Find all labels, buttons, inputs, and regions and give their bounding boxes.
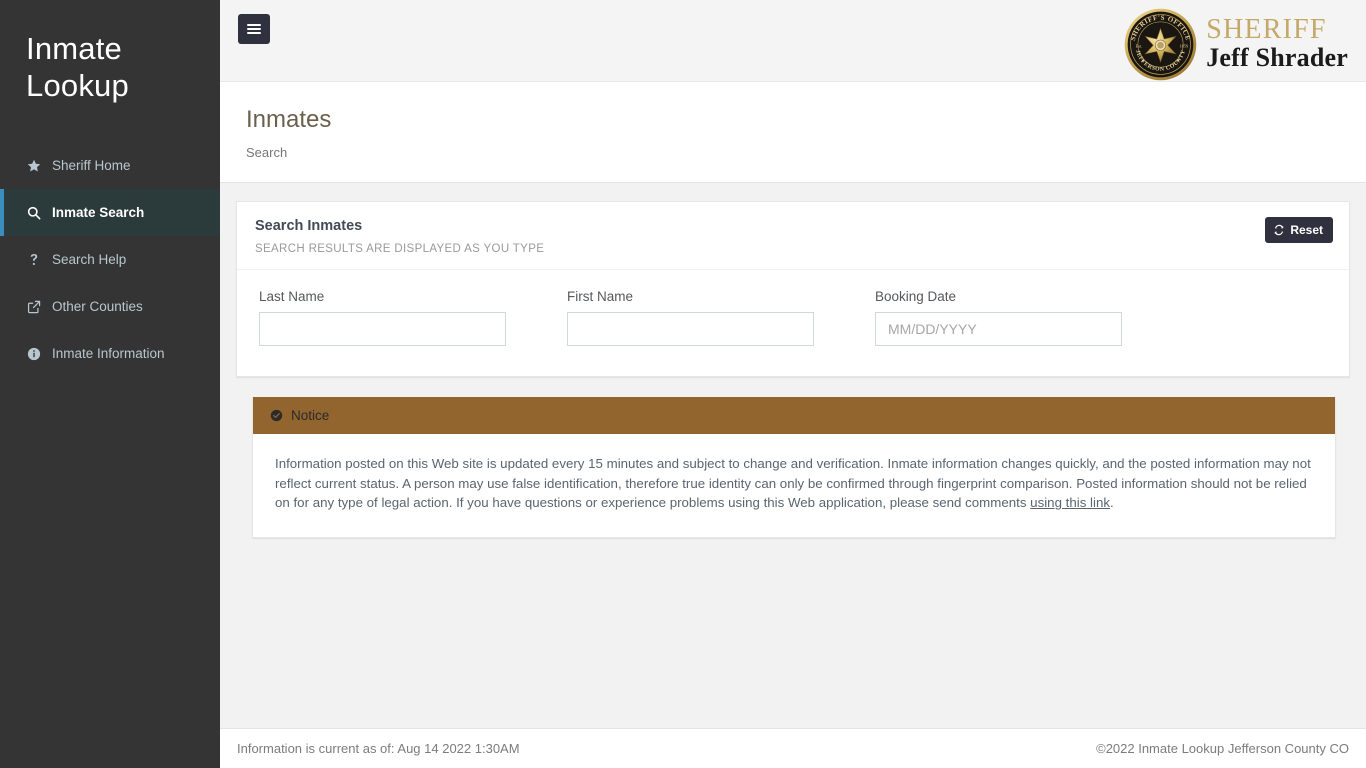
booking-date-label: Booking Date: [875, 289, 957, 305]
notice-text-main: Information posted on this Web site is u…: [275, 456, 1311, 511]
sheriff-logo-text: SHERIFF Jeff Shrader: [1206, 16, 1348, 73]
notice-text-tail: .: [1110, 495, 1114, 511]
breadcrumb: Search: [246, 145, 288, 161]
sheriff-word: SHERIFF: [1206, 14, 1327, 45]
last-name-input[interactable]: [259, 312, 506, 347]
brand-line-2: Lookup: [26, 68, 129, 103]
sidebar-item-inmate-information[interactable]: Inmate Information: [0, 330, 220, 377]
notice-header: Notice: [253, 397, 1335, 435]
sidebar-item-label: Search Help: [52, 252, 127, 267]
star-icon: [27, 159, 49, 173]
content-body: Search Inmates SEARCH RESULTS ARE DISPLA…: [220, 183, 1366, 728]
search-panel-subtitle: SEARCH RESULTS ARE DISPLAYED AS YOU TYPE: [255, 243, 545, 256]
search-icon: [27, 206, 49, 220]
sidebar-nav: Sheriff Home Inmate Search Search Help O…: [0, 142, 220, 377]
external-link-icon: [27, 300, 49, 314]
first-name-label: First Name: [567, 289, 634, 305]
brand-line-1: Inmate: [26, 31, 122, 66]
search-form: Last Name First Name Booking Date: [237, 270, 1349, 376]
notice-body: Information posted on this Web site is u…: [253, 434, 1335, 537]
sheriff-logo[interactable]: SHERIFF'S OFFICE JEFFERSON COUNTY Est. 1…: [1124, 8, 1348, 81]
page-footer: Information is current as of: Aug 14 202…: [220, 728, 1366, 768]
booking-date-group: Booking Date: [875, 289, 1122, 347]
hamburger-icon: [247, 24, 261, 34]
sidebar-item-label: Sheriff Home: [52, 158, 131, 173]
sheriff-name: Jeff Shrader: [1206, 43, 1348, 72]
top-header: SHERIFF'S OFFICE JEFFERSON COUNTY Est. 1…: [220, 0, 1366, 82]
booking-date-input[interactable]: [875, 312, 1122, 347]
notice-panel: Notice Information posted on this Web si…: [252, 397, 1336, 538]
sidebar-item-search-help[interactable]: Search Help: [0, 236, 220, 283]
notice-header-label: Notice: [291, 408, 330, 424]
svg-text:1859: 1859: [1180, 43, 1190, 48]
sidebar-item-label: Inmate Search: [52, 205, 145, 220]
app-root: Inmate Lookup Sheriff Home Inmate Search…: [0, 0, 1366, 768]
question-mark-icon: [27, 253, 49, 267]
search-inmates-panel: Search Inmates SEARCH RESULTS ARE DISPLA…: [236, 201, 1350, 378]
first-name-input[interactable]: [567, 312, 814, 347]
page-title: Inmates: [246, 106, 332, 133]
main-column: SHERIFF'S OFFICE JEFFERSON COUNTY Est. 1…: [220, 0, 1366, 768]
footer-copyright: ©2022 Inmate Lookup Jefferson County CO: [1096, 741, 1349, 756]
info-circle-icon: [27, 347, 49, 361]
first-name-group: First Name: [567, 289, 814, 347]
sidebar-item-label: Other Counties: [52, 299, 143, 314]
brand-logo[interactable]: Inmate Lookup: [0, 0, 220, 104]
sidebar-toggle-button[interactable]: [238, 14, 270, 44]
sidebar-item-inmate-search[interactable]: Inmate Search: [0, 189, 220, 236]
svg-text:Est.: Est.: [1136, 43, 1143, 48]
reset-button-label: Reset: [1290, 223, 1323, 238]
content-header: Inmates Search: [220, 82, 1366, 184]
last-name-label: Last Name: [259, 289, 325, 305]
footer-current-as-of: Information is current as of: Aug 14 202…: [237, 741, 520, 756]
sidebar-item-other-counties[interactable]: Other Counties: [0, 283, 220, 330]
sheriff-badge-seal-icon: SHERIFF'S OFFICE JEFFERSON COUNTY Est. 1…: [1124, 8, 1197, 81]
search-panel-header: Search Inmates SEARCH RESULTS ARE DISPLA…: [237, 202, 1349, 271]
search-panel-title: Search Inmates: [255, 218, 363, 235]
using-this-link[interactable]: using this link: [1030, 495, 1110, 510]
reset-button[interactable]: Reset: [1265, 217, 1333, 244]
check-circle-icon: [269, 409, 283, 423]
refresh-icon: [1275, 225, 1284, 236]
last-name-group: Last Name: [259, 289, 506, 347]
sidebar-item-label: Inmate Information: [52, 346, 165, 361]
sidebar-item-sheriff-home[interactable]: Sheriff Home: [0, 142, 220, 189]
sidebar: Inmate Lookup Sheriff Home Inmate Search…: [0, 0, 220, 768]
